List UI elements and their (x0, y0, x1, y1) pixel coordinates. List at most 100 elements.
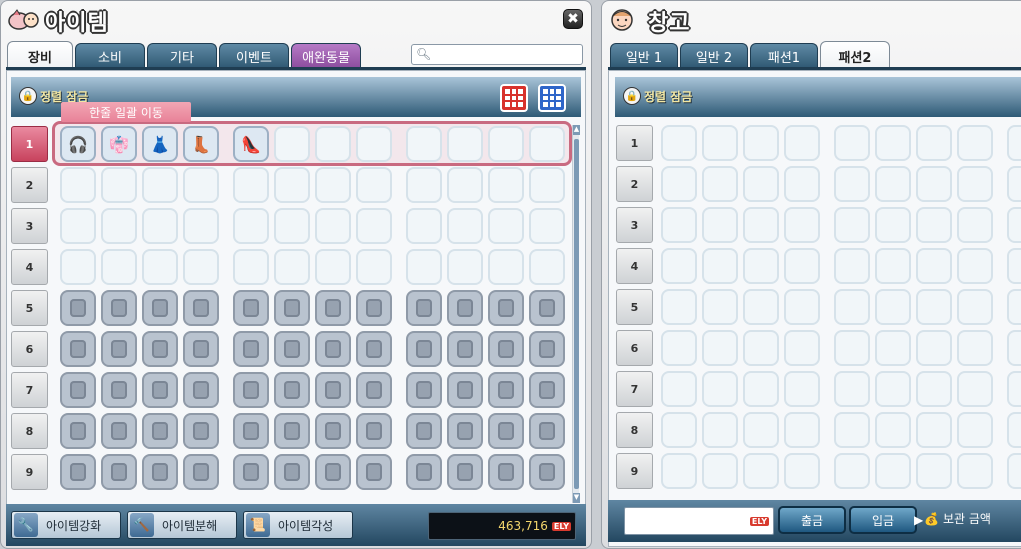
empty-slot[interactable] (488, 167, 524, 203)
locked-slot[interactable] (142, 290, 178, 326)
storage-empty-slot[interactable] (916, 371, 952, 407)
storage-empty-slot[interactable] (957, 125, 993, 161)
empty-slot[interactable] (488, 208, 524, 244)
storage-empty-slot[interactable] (957, 248, 993, 284)
storage-empty-slot[interactable] (784, 412, 820, 448)
storage-empty-slot[interactable] (1007, 166, 1021, 202)
storage-empty-slot[interactable] (834, 125, 870, 161)
storage-empty-slot[interactable] (702, 412, 738, 448)
close-button[interactable]: ✖ (563, 9, 583, 29)
inventory-scrollbar[interactable]: ▲ ▼ (572, 125, 580, 503)
locked-slot[interactable] (356, 454, 392, 490)
locked-slot[interactable] (274, 372, 310, 408)
storage-empty-slot[interactable] (1007, 289, 1021, 325)
storage-empty-slot[interactable] (784, 371, 820, 407)
storage-empty-slot[interactable] (661, 248, 697, 284)
locked-slot[interactable] (101, 331, 137, 367)
empty-slot[interactable] (406, 208, 442, 244)
empty-slot[interactable] (233, 249, 269, 285)
storage-empty-slot[interactable] (743, 248, 779, 284)
tab-event[interactable]: 이벤트 (219, 43, 289, 69)
locked-slot[interactable] (142, 454, 178, 490)
empty-slot[interactable] (315, 126, 351, 162)
locked-slot[interactable] (529, 454, 565, 490)
storage-empty-slot[interactable] (702, 166, 738, 202)
locked-slot[interactable] (406, 454, 442, 490)
empty-slot[interactable] (529, 167, 565, 203)
locked-slot[interactable] (488, 372, 524, 408)
storage-empty-slot[interactable] (1007, 412, 1021, 448)
storage-empty-slot[interactable] (743, 453, 779, 489)
locked-slot[interactable] (60, 290, 96, 326)
storage-empty-slot[interactable] (661, 125, 697, 161)
storage-empty-slot[interactable] (661, 207, 697, 243)
storage-empty-slot[interactable] (1007, 371, 1021, 407)
storage-empty-slot[interactable] (743, 330, 779, 366)
empty-slot[interactable] (315, 167, 351, 203)
tab-general-1[interactable]: 일반 1 (610, 43, 678, 69)
locked-slot[interactable] (488, 331, 524, 367)
locked-slot[interactable] (529, 290, 565, 326)
locked-slot[interactable] (406, 331, 442, 367)
scroll-up-arrow[interactable]: ▲ (573, 125, 580, 135)
storage-empty-slot[interactable] (957, 412, 993, 448)
storage-empty-slot[interactable] (784, 248, 820, 284)
meso-amount-input[interactable]: ELY (624, 507, 774, 535)
locked-slot[interactable] (356, 290, 392, 326)
locked-slot[interactable] (233, 413, 269, 449)
locked-slot[interactable] (529, 413, 565, 449)
row-number[interactable]: 4 (11, 249, 48, 285)
storage-empty-slot[interactable] (702, 248, 738, 284)
storage-empty-slot[interactable] (661, 453, 697, 489)
empty-slot[interactable] (447, 167, 483, 203)
locked-slot[interactable] (60, 413, 96, 449)
storage-empty-slot[interactable] (661, 166, 697, 202)
scroll-down-arrow[interactable]: ▼ (573, 493, 580, 503)
search-input[interactable]: 🔍︎ (411, 44, 583, 65)
storage-empty-slot[interactable] (1007, 248, 1021, 284)
storage-row-number[interactable]: 9 (616, 453, 653, 489)
storage-row-number[interactable]: 7 (616, 371, 653, 407)
row-number[interactable]: 7 (11, 372, 48, 408)
empty-slot[interactable] (101, 167, 137, 203)
storage-row-number[interactable]: 2 (616, 166, 653, 202)
locked-slot[interactable] (101, 413, 137, 449)
locked-slot[interactable] (274, 454, 310, 490)
storage-titlebar[interactable]: 창고 (602, 1, 1021, 39)
locked-slot[interactable] (60, 331, 96, 367)
storage-empty-slot[interactable] (702, 371, 738, 407)
row-number[interactable]: 3 (11, 208, 48, 244)
empty-slot[interactable] (315, 249, 351, 285)
storage-empty-slot[interactable] (743, 125, 779, 161)
row-number[interactable]: 2 (11, 167, 48, 203)
tab-fashion-1[interactable]: 패션1 (750, 43, 818, 69)
locked-slot[interactable] (101, 454, 137, 490)
locked-slot[interactable] (101, 372, 137, 408)
storage-empty-slot[interactable] (957, 289, 993, 325)
storage-empty-slot[interactable] (743, 166, 779, 202)
locked-slot[interactable] (183, 331, 219, 367)
storage-empty-slot[interactable] (702, 330, 738, 366)
empty-slot[interactable] (315, 208, 351, 244)
locked-slot[interactable] (356, 331, 392, 367)
grid-view-blue-button[interactable] (538, 84, 566, 112)
empty-slot[interactable] (529, 249, 565, 285)
tab-etc[interactable]: 기타 (147, 43, 217, 69)
storage-empty-slot[interactable] (784, 330, 820, 366)
locked-slot[interactable] (447, 413, 483, 449)
storage-empty-slot[interactable] (875, 248, 911, 284)
scroll-thumb[interactable] (574, 139, 579, 489)
tab-consume[interactable]: 소비 (75, 43, 145, 69)
storage-empty-slot[interactable] (834, 330, 870, 366)
storage-row-number[interactable]: 4 (616, 248, 653, 284)
storage-empty-slot[interactable] (743, 371, 779, 407)
storage-empty-slot[interactable] (834, 248, 870, 284)
empty-slot[interactable] (356, 208, 392, 244)
storage-empty-slot[interactable] (784, 289, 820, 325)
storage-empty-slot[interactable] (661, 330, 697, 366)
inventory-titlebar[interactable]: 아이템 ✖ (1, 1, 591, 39)
empty-slot[interactable] (233, 167, 269, 203)
empty-slot[interactable] (274, 167, 310, 203)
locked-slot[interactable] (529, 372, 565, 408)
empty-slot[interactable] (60, 208, 96, 244)
